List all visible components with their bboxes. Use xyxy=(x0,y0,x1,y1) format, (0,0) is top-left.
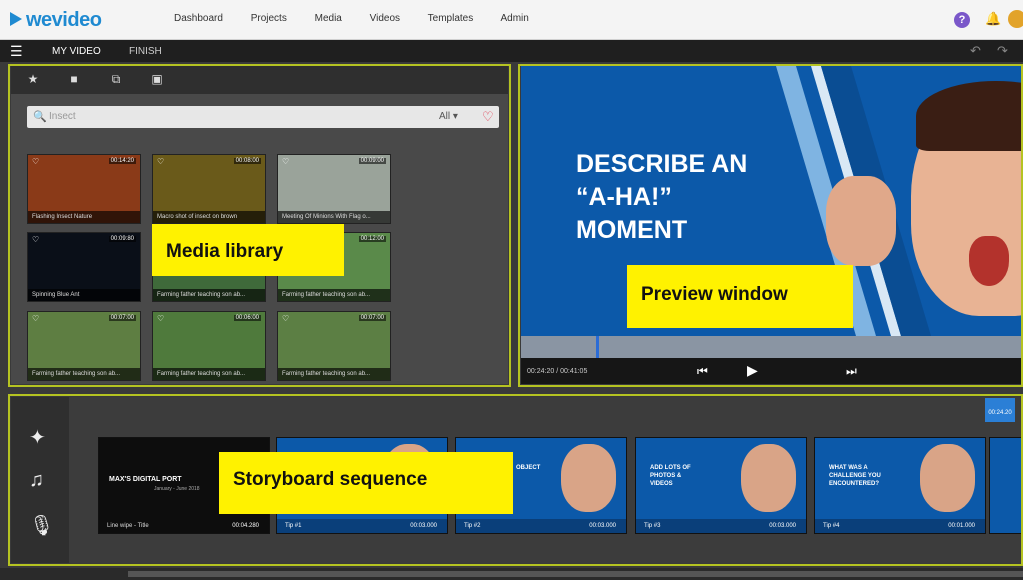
main-nav: Dashboard Projects Media Videos Template… xyxy=(174,13,554,24)
hamburger-menu-icon[interactable]: ☰ xyxy=(10,43,23,60)
preview-window-outline xyxy=(518,64,1023,387)
bottom-scrollbar[interactable] xyxy=(0,568,1023,580)
nav-projects[interactable]: Projects xyxy=(251,13,287,24)
help-icon[interactable]: ? xyxy=(954,12,970,28)
wevideo-logo[interactable]: wevideo xyxy=(10,9,102,32)
media-library-label: Media library xyxy=(152,224,344,276)
logo-text: wevideo xyxy=(26,9,102,31)
bell-icon[interactable]: 🔔 xyxy=(985,11,1001,27)
scrollbar-thumb[interactable] xyxy=(128,571,1023,577)
storyboard-label: Storyboard sequence xyxy=(219,452,513,514)
preview-window-label: Preview window xyxy=(627,265,853,328)
tab-my-video[interactable]: MY VIDEO xyxy=(52,46,101,57)
nav-templates[interactable]: Templates xyxy=(428,13,474,24)
nav-dashboard[interactable]: Dashboard xyxy=(174,13,223,24)
nav-videos[interactable]: Videos xyxy=(370,13,400,24)
nav-media[interactable]: Media xyxy=(315,13,342,24)
undo-icon[interactable]: ↶ xyxy=(970,43,981,59)
nav-admin[interactable]: Admin xyxy=(500,13,528,24)
avatar[interactable] xyxy=(1008,10,1023,28)
editor-toolbar: ☰ MY VIDEO FINISH ↶ ↷ xyxy=(0,40,1023,62)
top-nav: wevideo Dashboard Projects Media Videos … xyxy=(0,0,1023,40)
storyboard-outline xyxy=(8,394,1023,566)
redo-icon[interactable]: ↷ xyxy=(997,43,1008,59)
tab-finish[interactable]: FINISH xyxy=(129,46,162,57)
logo-play-icon xyxy=(10,12,22,26)
